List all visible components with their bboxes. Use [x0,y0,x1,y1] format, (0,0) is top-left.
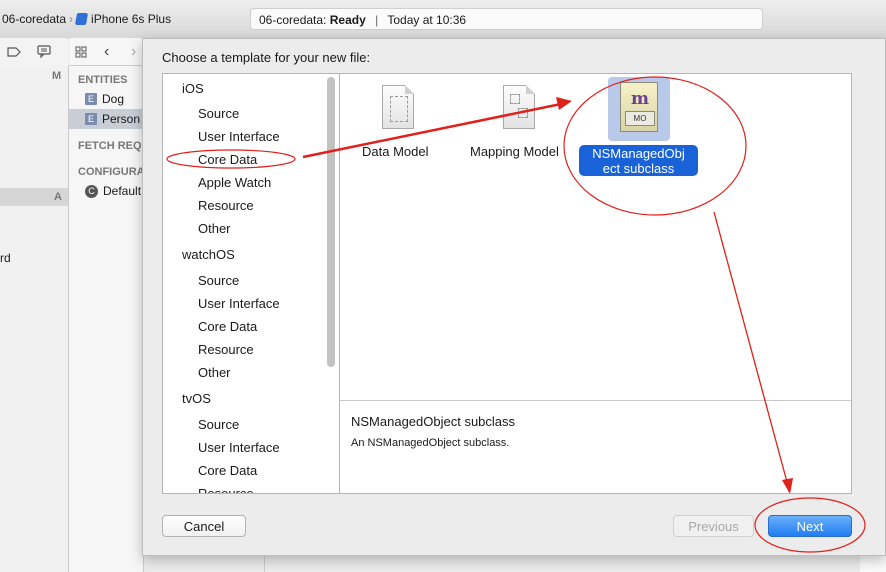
category-ios-user-interface[interactable]: User Interface [198,129,280,144]
forward-arrow-icon[interactable]: › [131,43,136,61]
nsmanagedobject-icon-badge: MO [625,111,655,126]
category-watchos-other[interactable]: Other [198,365,231,380]
activity-status-bar: 06-coredata: Ready | Today at 10:36 [250,8,763,30]
navigator-partial-text: rd [0,251,11,265]
category-tvos-core-data[interactable]: Core Data [198,463,257,478]
status-divider: | [375,13,379,27]
entity-label: Person [102,112,141,126]
nsmanagedobject-label-line1: NSManagedObj [592,146,685,161]
tag-icon[interactable] [7,46,21,58]
mapping-model-template[interactable] [499,83,539,135]
template-description-title: NSManagedObject subclass [351,414,516,429]
entity-person[interactable]: E Person [85,112,140,126]
category-ios-source[interactable]: Source [198,106,239,121]
category-ios-resource[interactable]: Resource [198,198,254,213]
description-divider [340,400,851,401]
category-ios-core-data[interactable]: Core Data [198,152,257,167]
iphone-icon [74,13,89,25]
category-ios-other[interactable]: Other [198,221,231,236]
source-control-status-m: M [52,70,62,82]
entity-label: Dog [102,92,125,106]
configurations-header: CONFIGURA [78,166,142,178]
configuration-icon: C [85,184,98,198]
category-watchos-resource[interactable]: Resource [198,342,254,357]
chevron-right-icon: › [69,12,74,26]
category-watchos-source[interactable]: Source [198,273,239,288]
entity-dog[interactable]: E Dog [85,92,124,106]
comment-icon[interactable] [37,45,51,58]
entity-icon: E [85,93,97,105]
device-name: iPhone 6s Plus [91,12,172,26]
project-navigator [0,66,69,572]
category-watchos-user-interface[interactable]: User Interface [198,296,280,311]
source-control-status-a: A [54,191,62,203]
fetch-requests-header: FETCH REQ [78,140,142,152]
template-description-text: An NSManagedObject subclass. [351,437,510,449]
nsmanagedobject-label[interactable]: NSManagedObj ect subclass [579,145,698,176]
category-tvos-source[interactable]: Source [198,417,239,432]
project-name: 06-coredata [2,12,67,26]
data-model-icon [382,85,414,129]
template-category-list[interactable]: iOS Source User Interface Core Data Appl… [162,73,340,494]
next-button[interactable]: Next [768,515,852,537]
category-tvos-user-interface[interactable]: User Interface [198,440,280,455]
nsmanagedobject-icon-letter: m [631,89,649,109]
template-grid [339,73,852,494]
back-arrow-icon[interactable]: ‹ [104,43,109,61]
configuration-default[interactable]: C Default [85,184,141,198]
mapping-model-label[interactable]: Mapping Model [470,144,559,159]
status-project: 06-coredata: [259,13,327,27]
category-tvos[interactable]: tvOS [182,391,211,406]
nsmanagedobject-icon: m MO [620,82,658,132]
category-watchos[interactable]: watchOS [182,247,235,262]
xcode-toolbar: 06-coredata › iPhone 6s Plus 06-coredata… [0,0,886,39]
category-ios[interactable]: iOS [182,81,204,96]
category-ios-apple-watch[interactable]: Apple Watch [198,175,271,190]
entities-header: ENTITIES [78,74,128,86]
data-model-template[interactable] [378,83,418,135]
nsmanagedobject-label-line2: ect subclass [602,161,675,176]
dialog-title: Choose a template for your new file: [162,50,371,65]
status-state: Ready [329,13,366,27]
editor-divider [69,65,143,66]
cancel-button[interactable]: Cancel [162,515,246,537]
scheme-selector[interactable]: 06-coredata › iPhone 6s Plus [2,12,171,26]
category-scrollbar[interactable] [327,77,335,367]
entity-icon: E [85,113,97,125]
category-tvos-resource[interactable]: Resource [198,486,254,493]
previous-button[interactable]: Previous [673,515,754,537]
grid-icon[interactable] [75,46,88,59]
data-model-label[interactable]: Data Model [362,144,428,159]
status-time: Today at 10:36 [387,13,467,27]
category-watchos-core-data[interactable]: Core Data [198,319,257,334]
navigator-bar [0,38,68,67]
mapping-model-icon [503,85,535,129]
configuration-label: Default [103,184,142,198]
